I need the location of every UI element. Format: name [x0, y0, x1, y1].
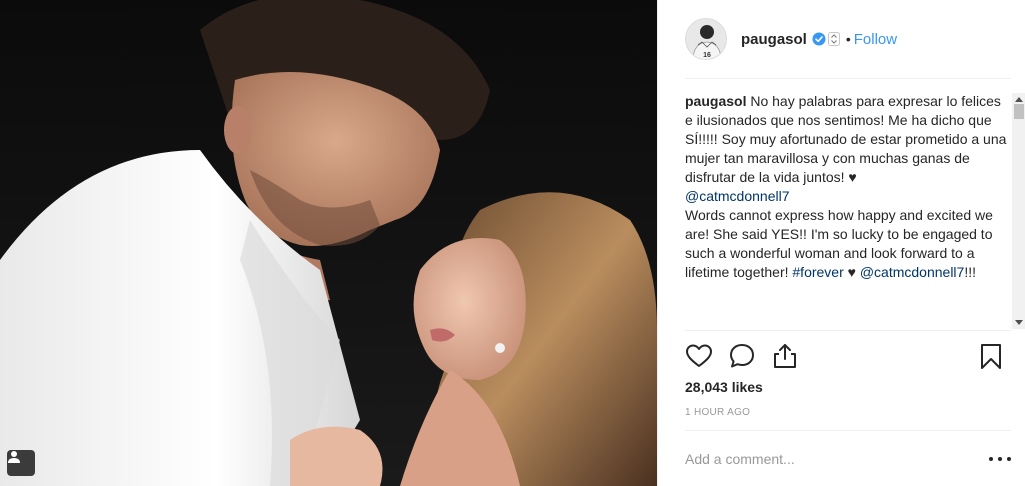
comments-divider: [685, 430, 1011, 431]
share-icon[interactable]: [771, 342, 799, 370]
caption-scrollbar[interactable]: [1012, 93, 1025, 329]
caption-scroll-area[interactable]: paugasol No hay palabras para expresar l…: [685, 92, 1011, 324]
more-options-icon[interactable]: [989, 451, 1011, 467]
comment-box: [685, 443, 1011, 475]
post-timestamp[interactable]: 1 HOUR AGO: [685, 407, 750, 418]
comment-icon[interactable]: [728, 342, 756, 370]
hashtag-link[interactable]: #forever: [792, 264, 843, 280]
person-tag-icon: [8, 451, 20, 463]
heart-emoji: ♥: [848, 169, 857, 185]
bookmark-icon[interactable]: [977, 342, 1005, 370]
separator-dot: •: [845, 31, 851, 47]
post-header: 16 paugasol • Follow: [658, 0, 1025, 78]
caption-author[interactable]: paugasol: [685, 93, 746, 109]
scroll-up-arrow-icon[interactable]: [1015, 97, 1023, 102]
photo-illustration: [0, 0, 657, 486]
heart-emoji: ♥: [843, 264, 860, 280]
svg-text:16: 16: [703, 52, 711, 59]
header-divider: [685, 78, 1011, 79]
mention-link[interactable]: @catmcdonnell7: [860, 264, 965, 280]
dot: [998, 457, 1002, 461]
verified-badge-icon: [812, 32, 826, 46]
post-photo[interactable]: [0, 0, 657, 486]
username-link[interactable]: paugasol: [741, 31, 807, 48]
action-bar: [685, 340, 1011, 372]
caption-divider: [685, 330, 1011, 331]
scrollbar-thumb[interactable]: [1014, 104, 1024, 119]
user-tag-button[interactable]: [7, 450, 35, 476]
dot: [1007, 457, 1011, 461]
heart-icon[interactable]: [685, 342, 713, 370]
post-caption: paugasol No hay palabras para expresar l…: [685, 92, 1011, 282]
scroll-down-arrow-icon[interactable]: [1015, 320, 1023, 325]
mention-link[interactable]: @catmcdonnell7: [685, 188, 790, 204]
avatar-image: 16: [686, 19, 726, 59]
comment-input[interactable]: [685, 451, 965, 467]
post-side-panel: 16 paugasol • Follow paugasol No hay pal…: [657, 0, 1025, 486]
avatar[interactable]: 16: [685, 18, 727, 60]
follow-button[interactable]: Follow: [854, 31, 897, 48]
dot: [989, 457, 993, 461]
suggestions-chevron-icon[interactable]: [827, 32, 840, 46]
likes-count[interactable]: 28,043 likes: [685, 379, 763, 395]
caption-suffix: !!!: [964, 264, 977, 280]
